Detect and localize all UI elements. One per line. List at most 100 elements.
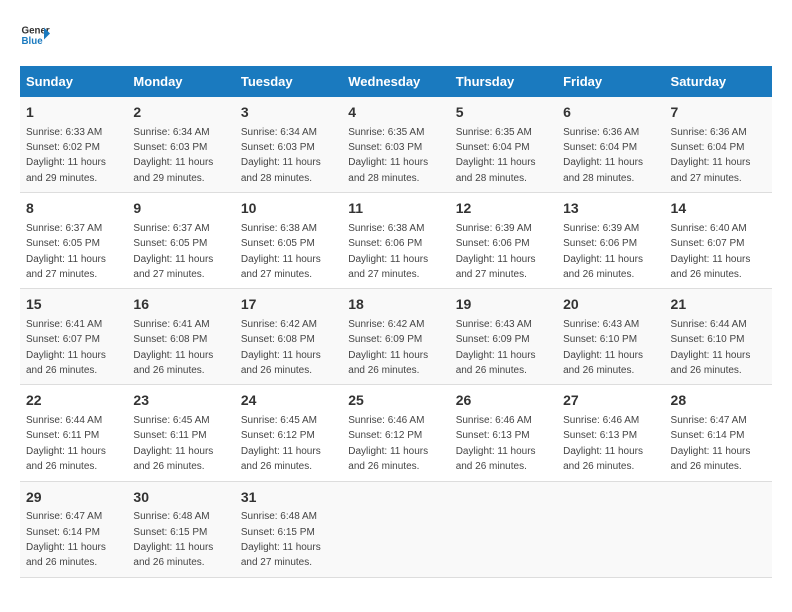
day-info: Sunrise: 6:47 AMSunset: 6:14 PMDaylight:… <box>26 511 106 568</box>
day-info: Sunrise: 6:36 AMSunset: 6:04 PMDaylight:… <box>671 127 751 184</box>
calendar-cell: 18 Sunrise: 6:42 AMSunset: 6:09 PMDaylig… <box>342 289 449 385</box>
day-header-saturday: Saturday <box>665 66 772 97</box>
day-info: Sunrise: 6:48 AMSunset: 6:15 PMDaylight:… <box>241 511 321 568</box>
day-info: Sunrise: 6:34 AMSunset: 6:03 PMDaylight:… <box>133 127 213 184</box>
calendar-cell: 15 Sunrise: 6:41 AMSunset: 6:07 PMDaylig… <box>20 289 127 385</box>
calendar-cell: 20 Sunrise: 6:43 AMSunset: 6:10 PMDaylig… <box>557 289 664 385</box>
day-number: 3 <box>241 103 336 123</box>
calendar-cell: 26 Sunrise: 6:46 AMSunset: 6:13 PMDaylig… <box>450 385 557 481</box>
day-info: Sunrise: 6:40 AMSunset: 6:07 PMDaylight:… <box>671 223 751 280</box>
day-number: 9 <box>133 199 228 219</box>
calendar-cell <box>342 481 449 577</box>
page-header: General Blue <box>20 20 772 50</box>
day-info: Sunrise: 6:34 AMSunset: 6:03 PMDaylight:… <box>241 127 321 184</box>
day-info: Sunrise: 6:39 AMSunset: 6:06 PMDaylight:… <box>563 223 643 280</box>
day-info: Sunrise: 6:37 AMSunset: 6:05 PMDaylight:… <box>133 223 213 280</box>
day-info: Sunrise: 6:46 AMSunset: 6:12 PMDaylight:… <box>348 415 428 472</box>
day-number: 16 <box>133 295 228 315</box>
calendar-cell: 12 Sunrise: 6:39 AMSunset: 6:06 PMDaylig… <box>450 193 557 289</box>
calendar-cell: 10 Sunrise: 6:38 AMSunset: 6:05 PMDaylig… <box>235 193 342 289</box>
day-number: 14 <box>671 199 766 219</box>
day-info: Sunrise: 6:35 AMSunset: 6:04 PMDaylight:… <box>456 127 536 184</box>
day-number: 21 <box>671 295 766 315</box>
day-info: Sunrise: 6:45 AMSunset: 6:12 PMDaylight:… <box>241 415 321 472</box>
day-number: 13 <box>563 199 658 219</box>
day-header-tuesday: Tuesday <box>235 66 342 97</box>
calendar-cell: 3 Sunrise: 6:34 AMSunset: 6:03 PMDayligh… <box>235 97 342 193</box>
svg-text:Blue: Blue <box>22 36 44 47</box>
day-number: 18 <box>348 295 443 315</box>
day-info: Sunrise: 6:43 AMSunset: 6:09 PMDaylight:… <box>456 319 536 376</box>
day-number: 11 <box>348 199 443 219</box>
day-info: Sunrise: 6:42 AMSunset: 6:08 PMDaylight:… <box>241 319 321 376</box>
calendar-cell: 13 Sunrise: 6:39 AMSunset: 6:06 PMDaylig… <box>557 193 664 289</box>
day-info: Sunrise: 6:42 AMSunset: 6:09 PMDaylight:… <box>348 319 428 376</box>
day-number: 25 <box>348 391 443 411</box>
calendar-cell: 4 Sunrise: 6:35 AMSunset: 6:03 PMDayligh… <box>342 97 449 193</box>
day-number: 1 <box>26 103 121 123</box>
day-number: 20 <box>563 295 658 315</box>
calendar-cell: 22 Sunrise: 6:44 AMSunset: 6:11 PMDaylig… <box>20 385 127 481</box>
day-number: 24 <box>241 391 336 411</box>
day-number: 12 <box>456 199 551 219</box>
week-row-5: 29 Sunrise: 6:47 AMSunset: 6:14 PMDaylig… <box>20 481 772 577</box>
calendar-cell <box>665 481 772 577</box>
calendar-cell: 31 Sunrise: 6:48 AMSunset: 6:15 PMDaylig… <box>235 481 342 577</box>
day-number: 31 <box>241 488 336 508</box>
day-number: 19 <box>456 295 551 315</box>
calendar-cell: 5 Sunrise: 6:35 AMSunset: 6:04 PMDayligh… <box>450 97 557 193</box>
day-info: Sunrise: 6:38 AMSunset: 6:05 PMDaylight:… <box>241 223 321 280</box>
calendar-cell <box>450 481 557 577</box>
logo: General Blue <box>20 20 50 50</box>
calendar-cell: 9 Sunrise: 6:37 AMSunset: 6:05 PMDayligh… <box>127 193 234 289</box>
calendar-cell: 7 Sunrise: 6:36 AMSunset: 6:04 PMDayligh… <box>665 97 772 193</box>
week-row-4: 22 Sunrise: 6:44 AMSunset: 6:11 PMDaylig… <box>20 385 772 481</box>
day-info: Sunrise: 6:48 AMSunset: 6:15 PMDaylight:… <box>133 511 213 568</box>
day-number: 23 <box>133 391 228 411</box>
day-info: Sunrise: 6:46 AMSunset: 6:13 PMDaylight:… <box>563 415 643 472</box>
day-number: 15 <box>26 295 121 315</box>
day-number: 6 <box>563 103 658 123</box>
day-number: 29 <box>26 488 121 508</box>
day-number: 4 <box>348 103 443 123</box>
day-number: 22 <box>26 391 121 411</box>
calendar-cell: 27 Sunrise: 6:46 AMSunset: 6:13 PMDaylig… <box>557 385 664 481</box>
day-number: 8 <box>26 199 121 219</box>
day-header-thursday: Thursday <box>450 66 557 97</box>
day-info: Sunrise: 6:35 AMSunset: 6:03 PMDaylight:… <box>348 127 428 184</box>
day-info: Sunrise: 6:43 AMSunset: 6:10 PMDaylight:… <box>563 319 643 376</box>
day-number: 30 <box>133 488 228 508</box>
day-number: 10 <box>241 199 336 219</box>
day-info: Sunrise: 6:47 AMSunset: 6:14 PMDaylight:… <box>671 415 751 472</box>
day-number: 7 <box>671 103 766 123</box>
day-info: Sunrise: 6:41 AMSunset: 6:07 PMDaylight:… <box>26 319 106 376</box>
calendar-cell: 11 Sunrise: 6:38 AMSunset: 6:06 PMDaylig… <box>342 193 449 289</box>
day-number: 27 <box>563 391 658 411</box>
day-info: Sunrise: 6:36 AMSunset: 6:04 PMDaylight:… <box>563 127 643 184</box>
day-info: Sunrise: 6:44 AMSunset: 6:11 PMDaylight:… <box>26 415 106 472</box>
calendar-cell: 19 Sunrise: 6:43 AMSunset: 6:09 PMDaylig… <box>450 289 557 385</box>
calendar-cell: 14 Sunrise: 6:40 AMSunset: 6:07 PMDaylig… <box>665 193 772 289</box>
day-number: 2 <box>133 103 228 123</box>
day-number: 5 <box>456 103 551 123</box>
logo-icon: General Blue <box>20 20 50 50</box>
calendar-table: SundayMondayTuesdayWednesdayThursdayFrid… <box>20 66 772 578</box>
calendar-cell: 1 Sunrise: 6:33 AMSunset: 6:02 PMDayligh… <box>20 97 127 193</box>
day-header-sunday: Sunday <box>20 66 127 97</box>
day-info: Sunrise: 6:33 AMSunset: 6:02 PMDaylight:… <box>26 127 106 184</box>
calendar-body: 1 Sunrise: 6:33 AMSunset: 6:02 PMDayligh… <box>20 97 772 577</box>
day-info: Sunrise: 6:46 AMSunset: 6:13 PMDaylight:… <box>456 415 536 472</box>
day-info: Sunrise: 6:45 AMSunset: 6:11 PMDaylight:… <box>133 415 213 472</box>
calendar-cell: 30 Sunrise: 6:48 AMSunset: 6:15 PMDaylig… <box>127 481 234 577</box>
calendar-cell: 8 Sunrise: 6:37 AMSunset: 6:05 PMDayligh… <box>20 193 127 289</box>
calendar-cell: 29 Sunrise: 6:47 AMSunset: 6:14 PMDaylig… <box>20 481 127 577</box>
calendar-cell: 28 Sunrise: 6:47 AMSunset: 6:14 PMDaylig… <box>665 385 772 481</box>
day-info: Sunrise: 6:38 AMSunset: 6:06 PMDaylight:… <box>348 223 428 280</box>
day-info: Sunrise: 6:39 AMSunset: 6:06 PMDaylight:… <box>456 223 536 280</box>
calendar-cell: 25 Sunrise: 6:46 AMSunset: 6:12 PMDaylig… <box>342 385 449 481</box>
day-info: Sunrise: 6:41 AMSunset: 6:08 PMDaylight:… <box>133 319 213 376</box>
calendar-cell: 24 Sunrise: 6:45 AMSunset: 6:12 PMDaylig… <box>235 385 342 481</box>
calendar-cell: 21 Sunrise: 6:44 AMSunset: 6:10 PMDaylig… <box>665 289 772 385</box>
week-row-1: 1 Sunrise: 6:33 AMSunset: 6:02 PMDayligh… <box>20 97 772 193</box>
week-row-3: 15 Sunrise: 6:41 AMSunset: 6:07 PMDaylig… <box>20 289 772 385</box>
